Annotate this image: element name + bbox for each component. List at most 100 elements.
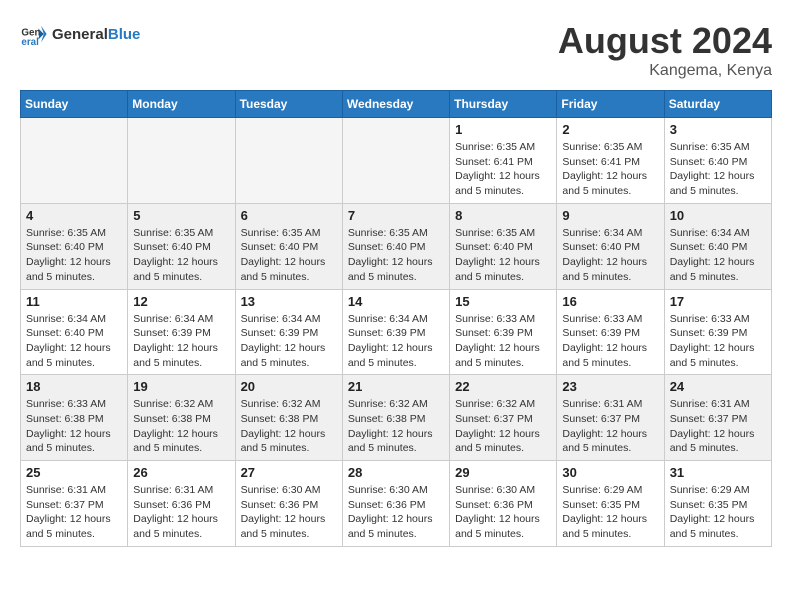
calendar-cell: 29 Sunrise: 6:30 AM Sunset: 6:36 PM Dayli… (450, 461, 557, 547)
day-info: Sunrise: 6:35 AM Sunset: 6:41 PM Dayligh… (455, 140, 551, 199)
day-number: 18 (26, 379, 122, 394)
calendar-cell: 25 Sunrise: 6:31 AM Sunset: 6:37 PM Dayli… (21, 461, 128, 547)
day-info: Sunrise: 6:35 AM Sunset: 6:40 PM Dayligh… (26, 226, 122, 285)
calendar-cell: 28 Sunrise: 6:30 AM Sunset: 6:36 PM Dayli… (342, 461, 449, 547)
calendar-cell: 30 Sunrise: 6:29 AM Sunset: 6:35 PM Dayli… (557, 461, 664, 547)
day-info: Sunrise: 6:33 AM Sunset: 6:39 PM Dayligh… (455, 312, 551, 371)
calendar-cell: 20 Sunrise: 6:32 AM Sunset: 6:38 PM Dayli… (235, 375, 342, 461)
day-info: Sunrise: 6:31 AM Sunset: 6:37 PM Dayligh… (562, 397, 658, 456)
day-info: Sunrise: 6:31 AM Sunset: 6:36 PM Dayligh… (133, 483, 229, 542)
calendar-cell: 15Sunrise: 6:33 AM Sunset: 6:39 PM Dayli… (450, 289, 557, 375)
calendar-cell: 11Sunrise: 6:34 AM Sunset: 6:40 PM Dayli… (21, 289, 128, 375)
day-info: Sunrise: 6:32 AM Sunset: 6:38 PM Dayligh… (133, 397, 229, 456)
day-info: Sunrise: 6:35 AM Sunset: 6:40 PM Dayligh… (133, 226, 229, 285)
title-block: August 2024 Kangema, Kenya (558, 20, 772, 80)
day-info: Sunrise: 6:30 AM Sunset: 6:36 PM Dayligh… (455, 483, 551, 542)
day-number: 17 (670, 294, 766, 309)
day-number: 31 (670, 465, 766, 480)
weekday-header-friday: Friday (557, 91, 664, 118)
weekday-header-saturday: Saturday (664, 91, 771, 118)
day-number: 21 (348, 379, 444, 394)
day-number: 24 (670, 379, 766, 394)
logo-general: General (52, 26, 108, 43)
calendar-cell: 13Sunrise: 6:34 AM Sunset: 6:39 PM Dayli… (235, 289, 342, 375)
month-title: August 2024 (558, 20, 772, 62)
day-info: Sunrise: 6:32 AM Sunset: 6:38 PM Dayligh… (241, 397, 337, 456)
calendar-week-row: 1 Sunrise: 6:35 AM Sunset: 6:41 PM Daylig… (21, 118, 772, 204)
day-info: Sunrise: 6:34 AM Sunset: 6:39 PM Dayligh… (133, 312, 229, 371)
day-number: 6 (241, 208, 337, 223)
day-info: Sunrise: 6:33 AM Sunset: 6:39 PM Dayligh… (670, 312, 766, 371)
weekday-header-monday: Monday (128, 91, 235, 118)
calendar-cell: 2Sunrise: 6:35 AM Sunset: 6:41 PM Daylig… (557, 118, 664, 204)
calendar-cell (21, 118, 128, 204)
calendar-cell (128, 118, 235, 204)
day-number: 7 (348, 208, 444, 223)
calendar-cell: 3 Sunrise: 6:35 AM Sunset: 6:40 PM Daylig… (664, 118, 771, 204)
calendar-cell: 23Sunrise: 6:31 AM Sunset: 6:37 PM Dayli… (557, 375, 664, 461)
calendar-cell: 16Sunrise: 6:33 AM Sunset: 6:39 PM Dayli… (557, 289, 664, 375)
day-number: 26 (133, 465, 229, 480)
calendar-cell: 24Sunrise: 6:31 AM Sunset: 6:37 PM Dayli… (664, 375, 771, 461)
calendar-cell (235, 118, 342, 204)
calendar-cell: 17 Sunrise: 6:33 AM Sunset: 6:39 PM Dayli… (664, 289, 771, 375)
calendar-cell: 19 Sunrise: 6:32 AM Sunset: 6:38 PM Dayli… (128, 375, 235, 461)
calendar-cell: 12 Sunrise: 6:34 AM Sunset: 6:39 PM Dayli… (128, 289, 235, 375)
day-number: 29 (455, 465, 551, 480)
calendar-cell: 31 Sunrise: 6:29 AM Sunset: 6:35 PM Dayli… (664, 461, 771, 547)
day-number: 28 (348, 465, 444, 480)
day-number: 16 (562, 294, 658, 309)
calendar-cell: 26 Sunrise: 6:31 AM Sunset: 6:36 PM Dayli… (128, 461, 235, 547)
calendar-cell: 4 Sunrise: 6:35 AM Sunset: 6:40 PM Daylig… (21, 203, 128, 289)
day-number: 12 (133, 294, 229, 309)
day-info: Sunrise: 6:34 AM Sunset: 6:39 PM Dayligh… (241, 312, 337, 371)
day-info: Sunrise: 6:34 AM Sunset: 6:40 PM Dayligh… (562, 226, 658, 285)
page-header: Gen eral GeneralBlue August 2024 Kangema… (20, 20, 772, 80)
calendar-cell: 8 Sunrise: 6:35 AM Sunset: 6:40 PM Daylig… (450, 203, 557, 289)
day-number: 4 (26, 208, 122, 223)
day-number: 25 (26, 465, 122, 480)
day-info: Sunrise: 6:34 AM Sunset: 6:40 PM Dayligh… (670, 226, 766, 285)
day-info: Sunrise: 6:35 AM Sunset: 6:40 PM Dayligh… (455, 226, 551, 285)
day-info: Sunrise: 6:31 AM Sunset: 6:37 PM Dayligh… (26, 483, 122, 542)
calendar-week-row: 18Sunrise: 6:33 AM Sunset: 6:38 PM Dayli… (21, 375, 772, 461)
day-number: 5 (133, 208, 229, 223)
day-number: 22 (455, 379, 551, 394)
day-info: Sunrise: 6:29 AM Sunset: 6:35 PM Dayligh… (562, 483, 658, 542)
weekday-header-wednesday: Wednesday (342, 91, 449, 118)
day-number: 8 (455, 208, 551, 223)
day-info: Sunrise: 6:29 AM Sunset: 6:35 PM Dayligh… (670, 483, 766, 542)
calendar-cell: 10 Sunrise: 6:34 AM Sunset: 6:40 PM Dayli… (664, 203, 771, 289)
day-number: 3 (670, 122, 766, 137)
day-info: Sunrise: 6:35 AM Sunset: 6:40 PM Dayligh… (241, 226, 337, 285)
logo-icon: Gen eral (20, 20, 48, 48)
calendar-cell: 18Sunrise: 6:33 AM Sunset: 6:38 PM Dayli… (21, 375, 128, 461)
calendar-cell: 21 Sunrise: 6:32 AM Sunset: 6:38 PM Dayli… (342, 375, 449, 461)
day-number: 19 (133, 379, 229, 394)
calendar-cell: 14Sunrise: 6:34 AM Sunset: 6:39 PM Dayli… (342, 289, 449, 375)
calendar-table: SundayMondayTuesdayWednesdayThursdayFrid… (20, 90, 772, 547)
svg-text:eral: eral (21, 37, 39, 48)
weekday-header-sunday: Sunday (21, 91, 128, 118)
calendar-cell: 5 Sunrise: 6:35 AM Sunset: 6:40 PM Daylig… (128, 203, 235, 289)
day-info: Sunrise: 6:34 AM Sunset: 6:39 PM Dayligh… (348, 312, 444, 371)
calendar-cell: 6 Sunrise: 6:35 AM Sunset: 6:40 PM Daylig… (235, 203, 342, 289)
day-info: Sunrise: 6:35 AM Sunset: 6:40 PM Dayligh… (348, 226, 444, 285)
day-number: 27 (241, 465, 337, 480)
day-number: 20 (241, 379, 337, 394)
day-info: Sunrise: 6:32 AM Sunset: 6:38 PM Dayligh… (348, 397, 444, 456)
day-info: Sunrise: 6:30 AM Sunset: 6:36 PM Dayligh… (241, 483, 337, 542)
weekday-header-thursday: Thursday (450, 91, 557, 118)
calendar-cell: 27 Sunrise: 6:30 AM Sunset: 6:36 PM Dayli… (235, 461, 342, 547)
day-number: 30 (562, 465, 658, 480)
weekday-header-tuesday: Tuesday (235, 91, 342, 118)
day-number: 1 (455, 122, 551, 137)
day-info: Sunrise: 6:30 AM Sunset: 6:36 PM Dayligh… (348, 483, 444, 542)
weekday-header-row: SundayMondayTuesdayWednesdayThursdayFrid… (21, 91, 772, 118)
location: Kangema, Kenya (558, 62, 772, 80)
day-number: 10 (670, 208, 766, 223)
day-info: Sunrise: 6:35 AM Sunset: 6:40 PM Dayligh… (670, 140, 766, 199)
calendar-cell (342, 118, 449, 204)
day-number: 2 (562, 122, 658, 137)
calendar-cell: 22Sunrise: 6:32 AM Sunset: 6:37 PM Dayli… (450, 375, 557, 461)
